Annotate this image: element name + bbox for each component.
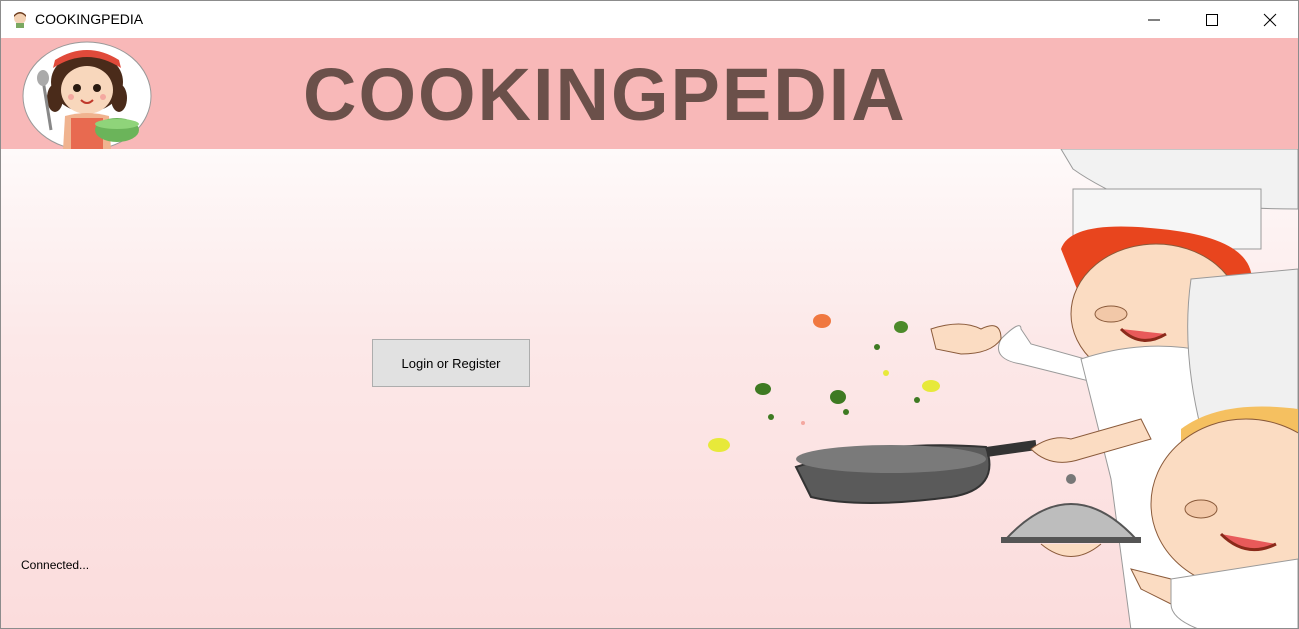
app-title-heading: COOKINGPEDIA [303,53,907,136]
connection-status: Connected... [21,558,90,572]
close-button[interactable] [1241,1,1298,38]
chef-girl-logo [21,40,153,151]
minimize-button[interactable] [1125,1,1183,38]
chefs-illustration [701,148,1298,628]
main-content: Login or Register Connected... [1,148,1298,628]
app-icon [11,10,29,28]
close-icon [1263,13,1277,27]
minimize-icon [1148,19,1160,21]
maximize-button[interactable] [1183,1,1241,38]
header-banner: COOKINGPEDIA [1,38,1298,151]
maximize-icon [1206,14,1218,26]
app-window: COOKINGPEDIA COOKINGPEDIA Login or Regis… [0,0,1299,629]
title-bar[interactable]: COOKINGPEDIA [1,1,1298,38]
window-title: COOKINGPEDIA [35,11,144,27]
login-register-button[interactable]: Login or Register [372,339,530,387]
